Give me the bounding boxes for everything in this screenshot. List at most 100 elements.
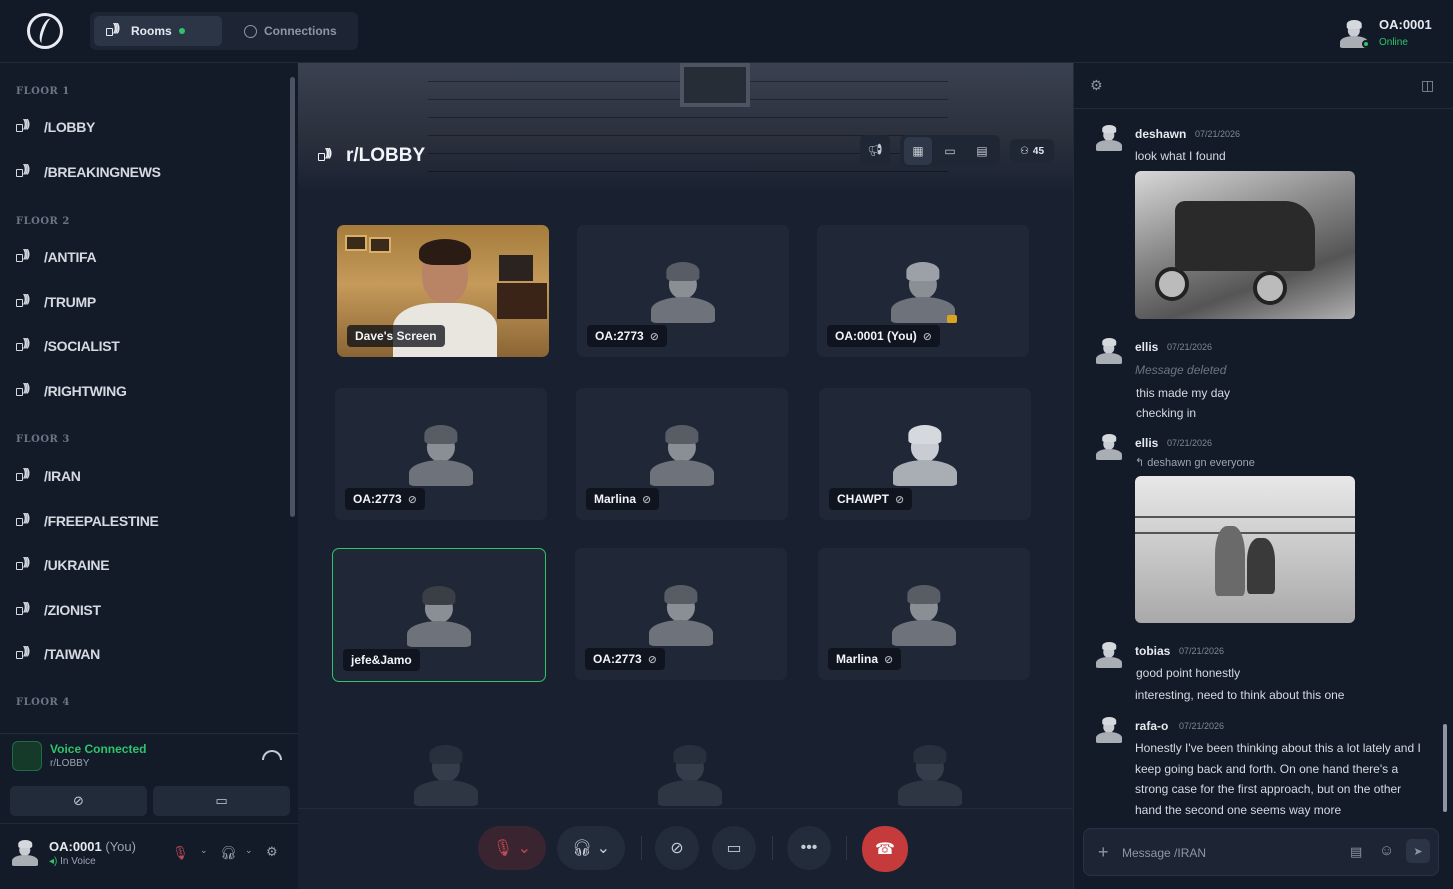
chevron-down-icon[interactable]: ⌄ [245,845,253,856]
more-options-button[interactable]: ••• [787,826,831,870]
gear-icon[interactable]: ⚙ [1090,77,1103,94]
avatar [650,420,714,486]
room-rightwing[interactable]: /RIGHTWING [16,382,127,399]
video-tile-self[interactable]: OA:0001 (You) ⊘ [817,225,1029,357]
attach-file-icon[interactable]: ▤ [1350,844,1362,860]
message-input[interactable] [1122,842,1342,864]
room-socialist[interactable]: /SOCIALIST [16,337,120,354]
spotlight-layout-button[interactable]: ▭ [936,137,964,165]
message-image[interactable] [1135,171,1355,319]
user-name: OA:0001 [1379,17,1432,32]
tile-label: jefe&Jamo [343,649,420,671]
message-author[interactable]: ellis [1135,436,1158,450]
megaphone-button[interactable]: 📢︎ [860,135,890,165]
share-screen-button[interactable]: ▭ [153,786,290,816]
share-screen-button[interactable]: ▭ [712,826,756,870]
participant-count[interactable]: ⚇ 45 [1010,139,1054,163]
video-tile[interactable]: OA:2773 ⊘ [335,388,547,520]
top-bar: Rooms Connections OA:0001 Online [0,0,1453,63]
message-text: good point honestly [1136,666,1241,680]
avatar [1096,640,1122,668]
emoji-icon[interactable]: ☺ [1379,842,1394,859]
users-icon: ⚇ [1019,145,1029,157]
person-hair [419,239,471,265]
room-taiwan[interactable]: /TAIWAN [16,645,100,662]
tile-label: CHAWPT ⊘ [829,488,913,510]
fence [1135,532,1355,534]
room-banner [298,63,1073,188]
reply-reference[interactable]: ↰ deshawn gn everyone [1135,456,1255,469]
mic-off-icon: ⊘ [647,653,657,666]
mic-off-icon: ⊘ [895,493,905,506]
mute-mic-button[interactable]: 🎙︎ ⌄ [478,826,546,870]
toggle-camera-button[interactable]: ⊘ [655,826,699,870]
sidebar-scrollbar[interactable] [290,77,295,517]
gear-icon[interactable]: ⚙ [266,844,278,860]
wheel [1253,271,1287,305]
captions-button[interactable]: ▤ [968,137,996,165]
avatar [1096,715,1122,743]
car-body [1175,201,1315,271]
user-menu[interactable]: OA:0001 Online [1340,14,1450,50]
send-button[interactable]: ➤ [1406,839,1430,863]
video-tile[interactable]: OA:2773 ⊘ [575,548,787,680]
avatar [407,581,471,647]
avatar [1096,336,1122,364]
message-author[interactable]: ellis [1135,340,1158,354]
tile-label: Marlina ⊘ [586,488,660,510]
tab-connections[interactable]: Connections [232,16,354,46]
chat-scrollbar[interactable] [1443,724,1447,812]
collapse-panel-icon[interactable]: ◫ [1421,77,1434,94]
tile-label: Dave's Screen [347,325,445,347]
presentation-icon: ▭ [944,144,956,158]
headphones-button[interactable]: 🎧︎ [220,845,237,861]
toggle-camera-button[interactable]: ⊘ [10,786,147,816]
speaker-icon [16,293,34,309]
message-author[interactable]: deshawn [1135,127,1186,141]
message-date: 07/21/2026 [1167,342,1213,352]
room-antifa[interactable]: /ANTIFA [16,248,97,265]
avatar [898,740,962,806]
message-author[interactable]: tobias [1135,644,1170,658]
room-title: r/LOBBY [318,145,425,167]
mute-mic-button[interactable]: 🎙︎ [172,845,189,861]
grid-layout-button[interactable]: ▦ [904,137,932,165]
user-status: Online [1379,37,1408,48]
speaker-icon [16,467,34,483]
speaker-icon: ◂) [49,856,58,867]
message-author[interactable]: rafa-o [1135,719,1168,733]
monitor-icon: ▭ [726,840,742,857]
avatar [649,580,713,646]
video-tile[interactable]: CHAWPT ⊘ [819,388,1031,520]
chevron-down-icon[interactable]: ⌄ [200,845,208,856]
speaker-icon [16,512,34,528]
voice-connected-title: Voice Connected [50,742,147,756]
room-ukraine[interactable]: /UKRAINE [16,556,110,573]
avatar [658,740,722,806]
room-breakingnews[interactable]: /BREAKINGNEWS [16,163,161,180]
leave-call-button[interactable]: ☎︎ [862,826,908,872]
message-text: this made my day [1136,386,1231,400]
tile-label: OA:2773 ⊘ [587,325,667,347]
headphones-icon: 🎧︎ ⌄ [571,840,611,857]
room-trump[interactable]: /TRUMP [16,293,96,310]
video-tile[interactable]: Marlina ⊘ [818,548,1030,680]
video-tile-speaking[interactable]: jefe&Jamo [332,548,546,682]
app-logo[interactable] [27,13,63,49]
video-tile[interactable]: OA:2773 ⊘ [577,225,789,357]
plus-icon[interactable]: + [1098,842,1109,863]
message-image[interactable] [1135,476,1355,623]
floor-label: FLOOR 2 [16,216,70,227]
avatar [891,257,955,323]
room-lobby[interactable]: /LOBBY [16,118,95,135]
room-zionist[interactable]: /ZIONIST [16,601,101,618]
camera-off-icon: ⊘ [670,840,684,857]
room-iran[interactable]: /IRAN [16,467,81,484]
avatar [892,580,956,646]
chat-bubble-icon [244,24,257,38]
video-tile[interactable]: Marlina ⊘ [576,388,788,520]
room-freepalestine[interactable]: /FREEPALESTINE [16,512,159,529]
tab-rooms[interactable]: Rooms [94,16,222,46]
headphones-button[interactable]: 🎧︎ ⌄ [557,826,625,870]
video-tile-screen[interactable]: Dave's Screen [337,225,549,357]
